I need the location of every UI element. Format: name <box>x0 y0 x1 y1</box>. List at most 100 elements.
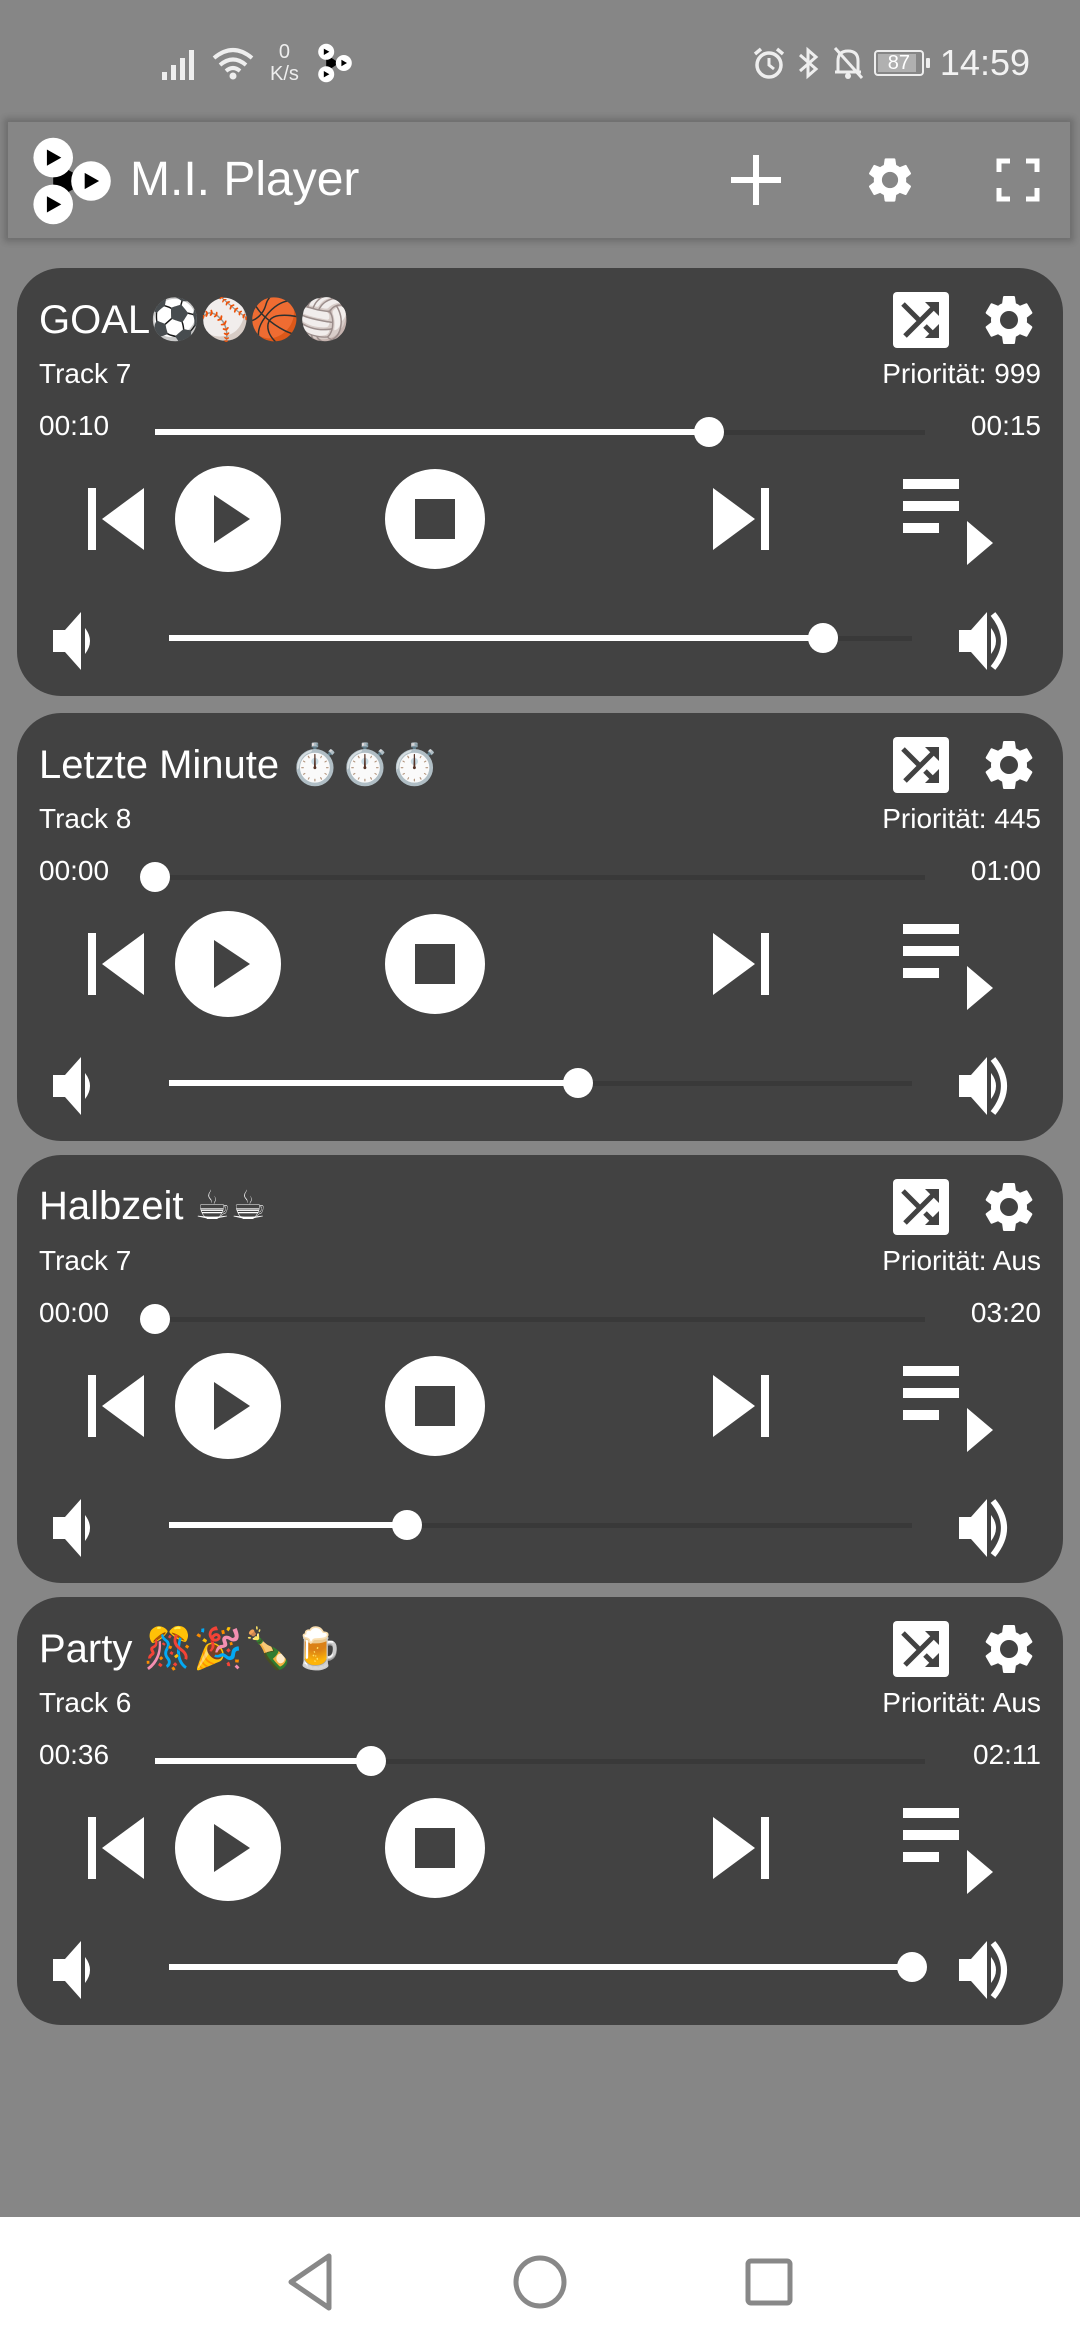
shuffle-icon <box>901 1631 939 1667</box>
player-settings-button[interactable] <box>979 735 1039 795</box>
progress-fill <box>155 1758 371 1764</box>
previous-icon <box>88 1375 144 1437</box>
fullscreen-icon <box>996 158 1040 202</box>
play-button[interactable] <box>173 464 283 574</box>
next-button[interactable] <box>687 909 797 1019</box>
previous-button[interactable] <box>60 909 170 1019</box>
progress-slider[interactable] <box>140 857 925 897</box>
player-title: Party 🎊🎉🍾🍺 <box>39 1627 343 1671</box>
volume-thumb[interactable] <box>562 1068 593 1098</box>
progress-thumb[interactable] <box>140 862 170 892</box>
shuffle-icon <box>901 302 939 338</box>
volume-low-icon <box>47 1051 117 1121</box>
player-card-3: Halbzeit ☕☕ Track 7 Priorität: Aus 00:00… <box>17 1155 1063 1583</box>
playlist-icon <box>903 479 993 565</box>
playlist-icon <box>903 1366 993 1452</box>
stop-button[interactable] <box>380 1351 490 1461</box>
current-time: 00:00 <box>39 1297 110 1328</box>
stop-button[interactable] <box>380 909 490 1019</box>
playlist-button[interactable] <box>890 1351 1000 1461</box>
player-settings-button[interactable] <box>979 1619 1039 1679</box>
signal-icon <box>162 50 194 80</box>
volume-thumb[interactable] <box>391 1510 422 1540</box>
next-icon <box>713 933 769 995</box>
add-player-button[interactable] <box>728 152 784 208</box>
back-icon <box>288 2253 332 2311</box>
app-bar: M.I. Player <box>8 122 1070 238</box>
stop-button[interactable] <box>380 1793 490 1903</box>
play-button[interactable] <box>173 909 283 1019</box>
plus-icon <box>731 155 781 205</box>
track-label: Track 7 <box>39 358 132 389</box>
player-settings-button[interactable] <box>979 290 1039 350</box>
shuffle-icon <box>901 1189 939 1225</box>
battery-level: 87 <box>887 51 911 74</box>
next-button[interactable] <box>687 464 797 574</box>
fullscreen-button[interactable] <box>990 152 1046 208</box>
priority-label: Priorität: 445 <box>882 803 1041 834</box>
volume-high-icon <box>957 1935 1027 2005</box>
volume-high-icon <box>957 1051 1027 1121</box>
recents-icon <box>745 2258 793 2306</box>
previous-button[interactable] <box>60 1351 170 1461</box>
nav-back-button[interactable] <box>275 2247 345 2317</box>
track-label: Track 7 <box>39 1245 132 1276</box>
next-button[interactable] <box>687 1793 797 1903</box>
previous-button[interactable] <box>60 464 170 574</box>
progress-slider[interactable] <box>155 412 925 452</box>
player-settings-button[interactable] <box>979 1177 1039 1237</box>
volume-thumb[interactable] <box>807 623 838 653</box>
progress-slider[interactable] <box>155 1741 925 1781</box>
volume-low-icon <box>47 606 117 676</box>
player-title: Letzte Minute ⏱️⏱️⏱️ <box>39 743 440 787</box>
app-notification-icon <box>318 43 352 83</box>
progress-thumb[interactable] <box>140 1304 170 1334</box>
status-time: 14:59 <box>939 42 1030 83</box>
playlist-button[interactable] <box>890 464 1000 574</box>
play-button[interactable] <box>173 1351 283 1461</box>
gear-icon <box>985 1182 1033 1231</box>
volume-high-icon <box>957 606 1027 676</box>
player-card-1: GOAL⚽⚾🏀🏐 Track 7 Priorität: 999 00:10 00… <box>17 268 1063 696</box>
previous-icon <box>88 933 144 995</box>
bluetooth-icon <box>798 46 819 80</box>
volume-thumb[interactable] <box>897 1952 927 1982</box>
shuffle-button[interactable] <box>893 1179 949 1235</box>
progress-thumb[interactable] <box>355 1746 386 1776</box>
current-time: 00:36 <box>39 1739 110 1770</box>
playlist-button[interactable] <box>890 909 1000 1019</box>
play-button[interactable] <box>173 1793 283 1903</box>
volume-slider[interactable] <box>169 1063 912 1103</box>
current-time: 00:00 <box>39 855 110 886</box>
app-settings-button[interactable] <box>862 152 918 208</box>
progress-thumb[interactable] <box>694 417 725 447</box>
play-icon <box>175 1795 281 1901</box>
system-nav-bar <box>0 2217 1080 2340</box>
player-card-2: Letzte Minute ⏱️⏱️⏱️ Track 8 Priorität: … <box>17 713 1063 1141</box>
volume-slider[interactable] <box>169 1947 927 1987</box>
net-speed-value: 0 <box>278 41 291 63</box>
previous-button[interactable] <box>60 1793 170 1903</box>
bell-muted-icon <box>833 46 864 80</box>
playlist-button[interactable] <box>890 1793 1000 1903</box>
shuffle-button[interactable] <box>893 1621 949 1677</box>
progress-slider[interactable] <box>140 1299 925 1339</box>
play-icon <box>175 1353 281 1459</box>
next-button[interactable] <box>687 1351 797 1461</box>
previous-icon <box>88 1817 144 1879</box>
total-time: 02:11 <box>973 1739 1041 1770</box>
progress-track <box>155 1317 925 1322</box>
stop-button[interactable] <box>380 464 490 574</box>
volume-fill <box>169 635 823 641</box>
priority-label: Priorität: 999 <box>882 358 1041 389</box>
nav-recents-button[interactable] <box>734 2247 804 2317</box>
volume-slider[interactable] <box>169 618 912 658</box>
playlist-icon <box>903 924 993 1010</box>
nav-home-button[interactable] <box>505 2247 575 2317</box>
shuffle-button[interactable] <box>893 737 949 793</box>
volume-slider[interactable] <box>169 1505 912 1545</box>
playlist-icon <box>903 1808 993 1894</box>
volume-fill <box>169 1522 407 1528</box>
shuffle-button[interactable] <box>893 292 949 348</box>
next-icon <box>713 1375 769 1437</box>
